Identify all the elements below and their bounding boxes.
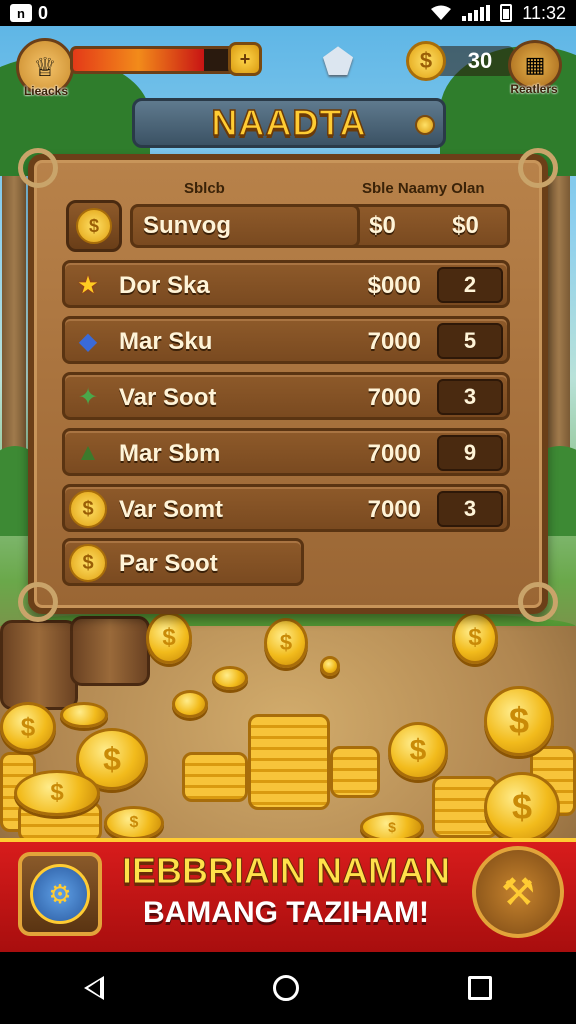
status-left: n 0 bbox=[10, 3, 48, 24]
item-quantity[interactable]: 2 bbox=[437, 267, 503, 303]
rope-knot-icon bbox=[18, 148, 58, 188]
home-icon[interactable] bbox=[272, 975, 299, 1001]
item-quantity[interactable]: 9 bbox=[437, 435, 503, 471]
column-header-right: Sble Naamy Olan bbox=[362, 180, 485, 197]
search-row: $ $0 $0 Sunvog bbox=[62, 198, 510, 254]
clock: 11:32 bbox=[522, 2, 566, 23]
balance-value-b: $0 bbox=[452, 212, 479, 239]
coin-icon: $ bbox=[0, 702, 56, 752]
item-price: 7000 bbox=[367, 496, 421, 523]
item-name: Par Soot bbox=[119, 550, 218, 577]
item-name: Mar Sbm bbox=[119, 440, 221, 467]
notification-count: 0 bbox=[38, 2, 49, 23]
coin-icon bbox=[60, 702, 108, 728]
notification-icon: n bbox=[10, 4, 32, 22]
coin-icon: $ bbox=[452, 612, 498, 664]
rope-knot-icon bbox=[18, 582, 58, 622]
coin-stack bbox=[182, 752, 248, 802]
gem-icon[interactable]: ⬟ bbox=[316, 41, 360, 82]
health-bar-fill bbox=[73, 49, 205, 71]
balance-display: $0 $0 bbox=[338, 204, 510, 248]
item-price: 7000 bbox=[367, 440, 421, 467]
gear-icon: ⚙ bbox=[30, 864, 90, 924]
navigation-bar bbox=[0, 952, 576, 1024]
shop-item-row[interactable]: ◆ Mar Sku 7000 5 bbox=[62, 316, 510, 364]
star-gem-icon: ✦ bbox=[77, 383, 99, 411]
item-name: Var Soot bbox=[119, 384, 217, 411]
add-health-button[interactable]: + bbox=[228, 42, 262, 76]
wifi-icon bbox=[431, 5, 452, 20]
coin-icon bbox=[212, 666, 248, 690]
chest-label: Reatlers bbox=[510, 82, 558, 96]
coin-icon bbox=[172, 690, 208, 718]
player-name: Lieacks bbox=[23, 84, 69, 98]
page-title: NAADTA bbox=[211, 101, 367, 144]
kite-icon: ◆ bbox=[78, 327, 98, 355]
coin-icon: $ bbox=[146, 612, 192, 664]
coin-stack-icon: $ bbox=[66, 200, 122, 252]
item-quantity[interactable]: 3 bbox=[437, 379, 503, 415]
shop-item-row[interactable]: ▲ Mar Sbm 7000 9 bbox=[62, 428, 510, 476]
health-bar bbox=[70, 46, 240, 74]
settings-button[interactable]: ⚙ bbox=[18, 852, 102, 936]
balance-value-a: $0 bbox=[369, 212, 396, 239]
battery-icon bbox=[500, 4, 513, 22]
barrel bbox=[0, 620, 78, 710]
coin-icon: $ bbox=[484, 686, 554, 756]
coin-icon: $ bbox=[388, 722, 448, 780]
item-quantity[interactable]: 5 bbox=[437, 323, 503, 359]
shop-item-row[interactable]: ✦ Var Soot 7000 3 bbox=[62, 372, 510, 420]
coin-icon: $ bbox=[406, 41, 446, 81]
signal-icon bbox=[462, 5, 491, 21]
coin-stack bbox=[330, 746, 380, 798]
title-coin-icon bbox=[415, 115, 435, 135]
item-price: 7000 bbox=[367, 328, 421, 355]
item-name: Dor Ska bbox=[119, 272, 210, 299]
rope-knot-icon bbox=[518, 582, 558, 622]
coin-icon: $ bbox=[69, 544, 107, 582]
item-price: $000 bbox=[367, 272, 421, 299]
shop-item-row-extra[interactable]: $ Par Soot bbox=[62, 538, 304, 586]
helmet-icon: ▲ bbox=[76, 439, 100, 466]
recent-apps-icon[interactable] bbox=[467, 976, 492, 1000]
barrel bbox=[70, 616, 150, 686]
coin-icon: $ bbox=[484, 772, 560, 842]
item-price: 7000 bbox=[367, 384, 421, 411]
coin-icon: $ bbox=[69, 490, 107, 528]
item-name: Var Somt bbox=[119, 496, 224, 523]
coin-icon: $ bbox=[264, 618, 308, 668]
promo-title: IEBBRIAIN NAMAN bbox=[122, 850, 451, 892]
status-bar: n 0 11:32 bbox=[0, 0, 576, 26]
coin-icon bbox=[320, 656, 340, 676]
coin-icon: $ bbox=[14, 770, 100, 816]
game-scene: $ $ $ $ $ $ $ $ $ $ $ ♕ Lieacks + ⬟ 30 $… bbox=[0, 26, 576, 952]
coin-icon: $ bbox=[104, 806, 164, 840]
promo-subtitle: BAMANG TAZIHAM! bbox=[142, 896, 430, 929]
shop-item-row[interactable]: $ Var Somt 7000 3 bbox=[62, 484, 510, 532]
coin-stack bbox=[248, 714, 330, 810]
rope-knot-icon bbox=[518, 148, 558, 188]
title-banner: NAADTA bbox=[132, 98, 446, 148]
item-quantity[interactable]: 3 bbox=[437, 491, 503, 527]
shop-item-row[interactable]: ★ Dor Ska $000 2 bbox=[62, 260, 510, 308]
search-input[interactable]: Sunvog bbox=[130, 204, 360, 248]
item-name: Mar Sku bbox=[119, 328, 213, 355]
column-header-left: Sblcb bbox=[184, 180, 225, 197]
star-icon: ★ bbox=[77, 271, 99, 299]
status-right: 11:32 bbox=[430, 3, 566, 24]
hammer-coin-button[interactable]: ⚒ bbox=[472, 846, 564, 938]
back-icon[interactable] bbox=[84, 976, 105, 1000]
